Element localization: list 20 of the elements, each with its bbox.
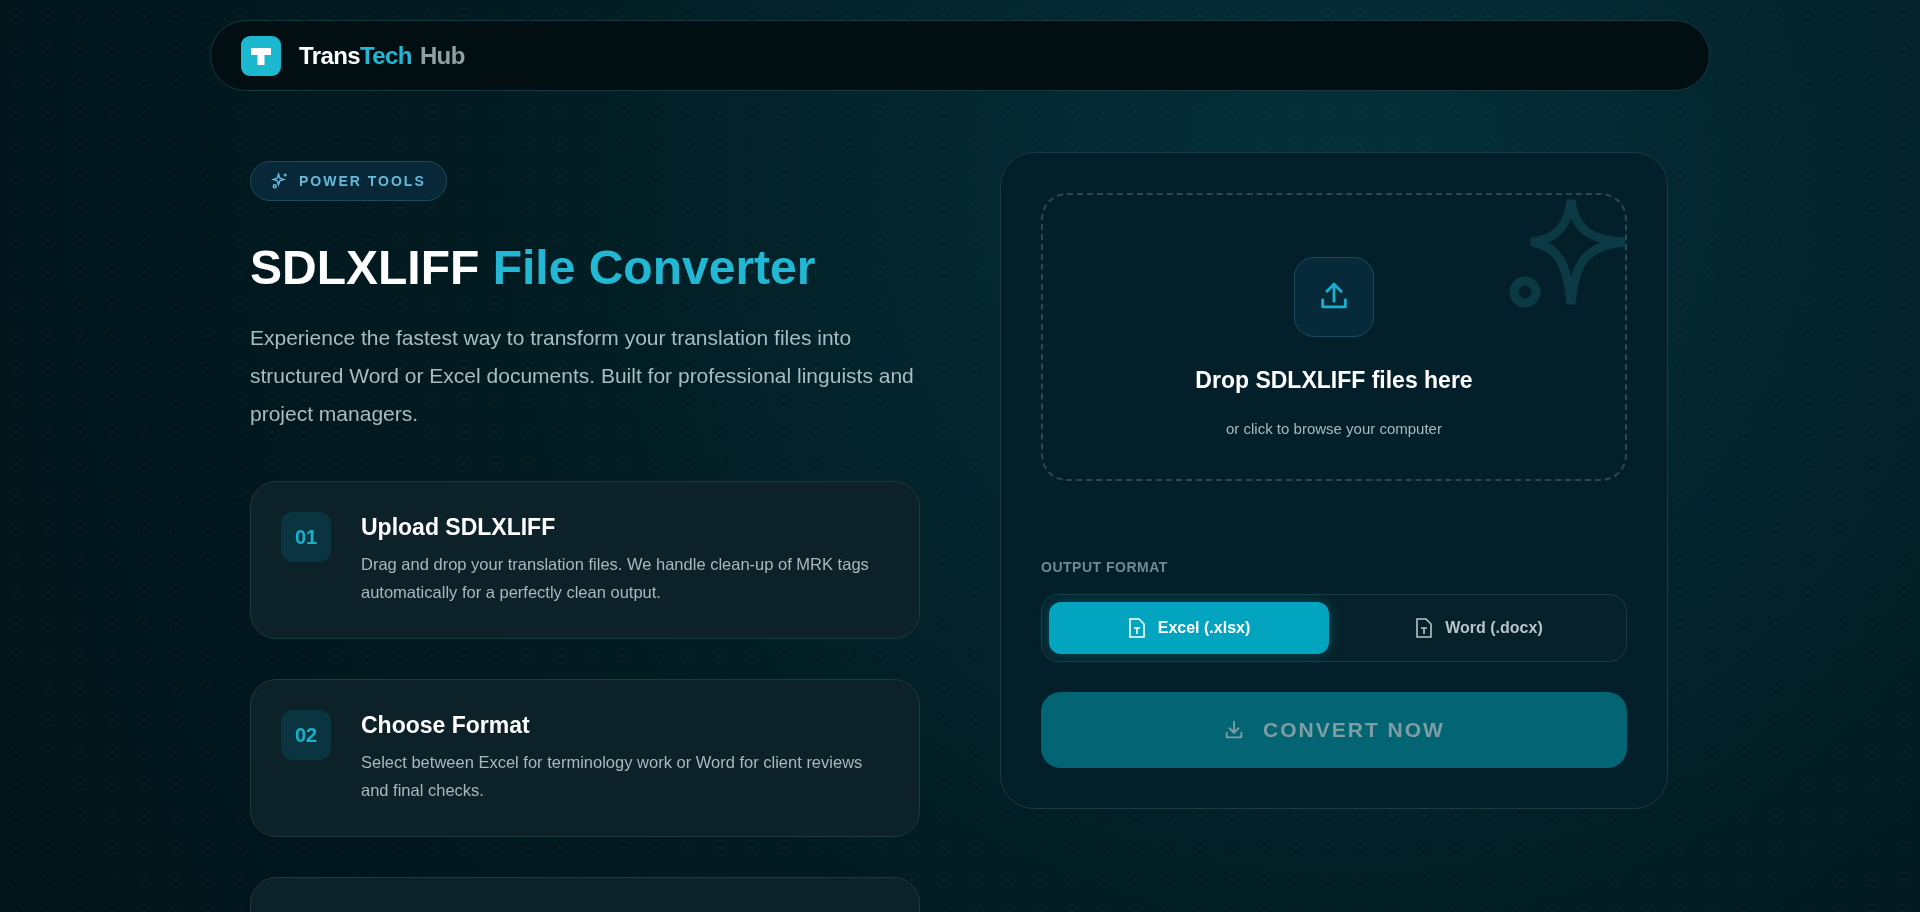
sparkle-icon	[271, 172, 289, 190]
step-title: Choose Format	[361, 710, 531, 740]
description: Experience the fastest way to transform your translation files into structured Word or Excel documents. Built for professional linguists and project managers.	[250, 324, 915, 427]
brand-name[interactable]: TransTech Hub	[299, 37, 465, 74]
dropzone-title: Drop SDLXLIFF files here	[1195, 366, 1473, 395]
page-title: SDLXLIFF File Converter	[250, 240, 816, 296]
step-title: Upload SDLXLIFF	[361, 512, 557, 542]
dropzone-hint: or click to browse your computer	[1226, 418, 1442, 439]
format-tab[interactable]: Word (.docx)	[1339, 601, 1619, 655]
step-description: Select between Excel for terminology work or Word for client reviews and final checks.	[361, 751, 864, 801]
output-format-label: OUTPUT FORMAT	[1041, 557, 1169, 577]
document-icon	[1127, 617, 1146, 638]
step-number: 01	[281, 511, 331, 562]
logo-icon	[241, 35, 281, 76]
step-description: Drag and drop your translation files. We handle clean-up of MRK tags automatically for a perfectly clean output.	[361, 553, 870, 603]
document-icon	[1415, 617, 1434, 638]
upload-icon	[1294, 257, 1374, 337]
step-number: 02	[281, 709, 331, 760]
dropzone[interactable]: Drop SDLXLIFF files here or click to browse your computer	[1041, 193, 1627, 481]
power-tools-badge: POWER TOOLS	[250, 161, 447, 201]
